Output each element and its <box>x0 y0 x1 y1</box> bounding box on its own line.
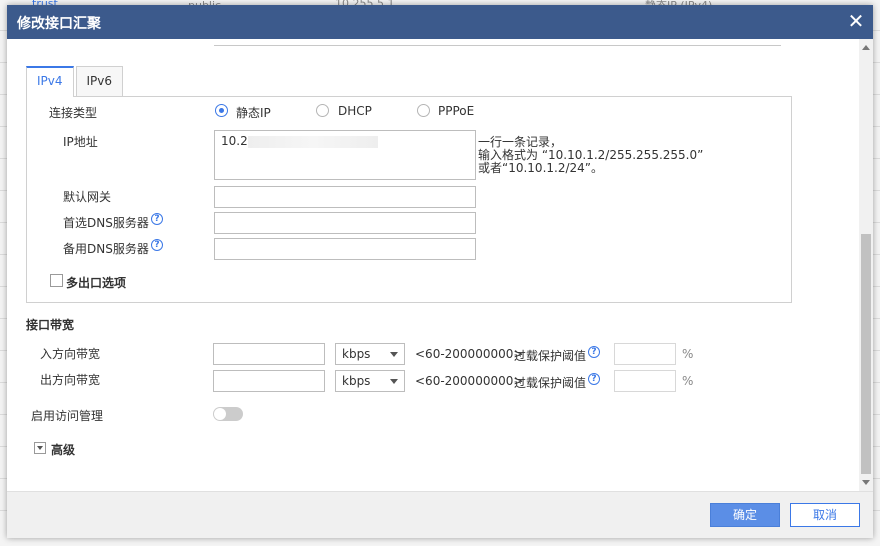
ip-version-tabs: IPv4 IPv6 <box>26 66 125 97</box>
inbound-unit-value: kbps <box>342 347 371 361</box>
ip-address-value: 10.2 <box>221 134 248 148</box>
outbound-bandwidth-label: 出方向带宽 <box>40 373 101 387</box>
multi-exit-label: 多出口选项 <box>66 276 127 290</box>
cancel-button[interactable]: 取消 <box>790 503 860 527</box>
connection-type-label: 连接类型 <box>49 106 98 120</box>
backup-dns-label: 备用DNS服务器 <box>63 242 149 256</box>
chevron-down-icon <box>390 379 398 384</box>
multi-exit-checkbox[interactable] <box>50 274 63 287</box>
outbound-bandwidth-input[interactable] <box>213 370 325 392</box>
primary-dns-label: 首选DNS服务器 <box>63 216 149 230</box>
dialog-header: 修改接口汇聚 ✕ <box>7 5 873 39</box>
dialog-footer: 确定 取消 <box>7 491 873 538</box>
radio-dhcp-label: DHCP <box>338 104 372 118</box>
help-icon[interactable]: ? <box>588 346 600 358</box>
tab-ipv6[interactable]: IPv6 <box>75 66 124 96</box>
scrollbar-thumb[interactable] <box>861 234 871 474</box>
inbound-unit-select[interactable]: kbps <box>335 343 405 365</box>
inbound-range-text: <60-200000000> <box>415 347 524 361</box>
redacted-ip-portion <box>247 135 378 148</box>
access-management-label: 启用访问管理 <box>31 409 104 423</box>
dialog-title: 修改接口汇聚 <box>17 16 101 32</box>
toggle-knob <box>214 408 226 420</box>
radio-static-ip[interactable] <box>215 104 228 117</box>
ip-hint-line: 或者“10.10.1.2/24”。 <box>478 161 603 175</box>
outbound-unit-select[interactable]: kbps <box>335 370 405 392</box>
default-gateway-label: 默认网关 <box>63 190 112 204</box>
radio-static-ip-label: 静态IP <box>236 106 271 120</box>
inbound-percent: % <box>682 347 694 361</box>
outbound-overload-label: 过载保护阈值 <box>514 376 587 390</box>
radio-pppoe[interactable] <box>417 104 430 117</box>
access-management-toggle[interactable] <box>213 407 243 421</box>
edit-aggregate-interface-dialog: 修改接口汇聚 ✕ IPv4 IPv6 连接类型 静态IP DHCP PPPoE … <box>7 5 873 538</box>
scroll-down-icon[interactable] <box>862 480 870 485</box>
dialog-body: IPv4 IPv6 连接类型 静态IP DHCP PPPoE IP地址 10.2… <box>7 39 873 491</box>
bandwidth-section-title: 接口带宽 <box>26 318 75 332</box>
inbound-bandwidth-label: 入方向带宽 <box>40 347 101 361</box>
ip-format-hint: 一行一条记录， 输入格式为 “10.10.1.2/255.255.255.0” … <box>478 136 703 175</box>
ip-address-textarea[interactable]: 10.2 <box>214 130 476 180</box>
chevron-down-icon <box>390 352 398 357</box>
outbound-overload-input[interactable] <box>614 370 676 392</box>
ipv4-panel: 连接类型 静态IP DHCP PPPoE IP地址 10.2 一行一条记录， 输… <box>26 96 792 303</box>
inbound-overload-label: 过载保护阈值 <box>514 349 587 363</box>
tab-ipv4[interactable]: IPv4 <box>26 66 74 97</box>
section-divider <box>214 45 781 46</box>
help-icon[interactable]: ? <box>151 213 163 225</box>
close-icon[interactable]: ✕ <box>845 10 867 32</box>
backup-dns-input[interactable] <box>214 238 476 260</box>
inbound-bandwidth-input[interactable] <box>213 343 325 365</box>
advanced-expand-icon[interactable] <box>34 442 46 454</box>
radio-pppoe-label: PPPoE <box>438 104 475 118</box>
ip-address-label: IP地址 <box>63 135 98 149</box>
vertical-scrollbar[interactable] <box>859 39 873 491</box>
radio-dhcp[interactable] <box>316 104 329 117</box>
help-icon[interactable]: ? <box>151 239 163 251</box>
default-gateway-input[interactable] <box>214 186 476 208</box>
help-icon[interactable]: ? <box>588 373 600 385</box>
outbound-range-text: <60-200000000> <box>415 374 524 388</box>
scroll-up-icon[interactable] <box>862 45 870 50</box>
advanced-label[interactable]: 高级 <box>51 441 75 458</box>
primary-dns-input[interactable] <box>214 212 476 234</box>
outbound-percent: % <box>682 374 694 388</box>
outbound-unit-value: kbps <box>342 374 371 388</box>
inbound-overload-input[interactable] <box>614 343 676 365</box>
confirm-button[interactable]: 确定 <box>710 503 780 527</box>
